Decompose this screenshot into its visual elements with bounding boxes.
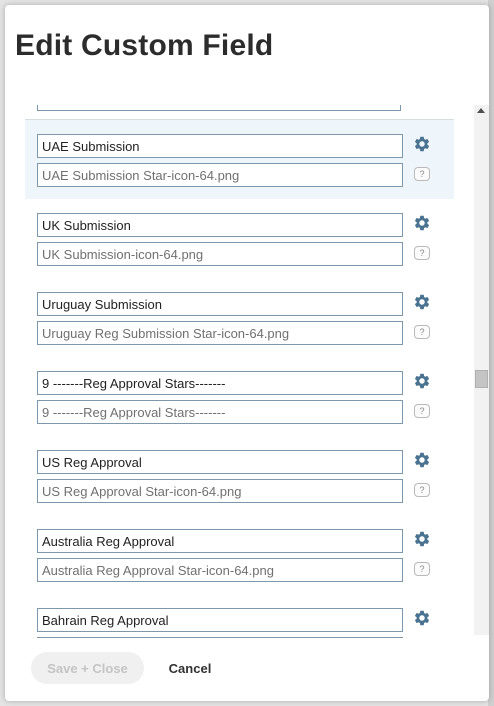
name-input-partial[interactable] <box>37 105 401 111</box>
scrollbar-thumb[interactable] <box>475 370 488 388</box>
gear-icon[interactable] <box>413 609 431 627</box>
gear-icon[interactable] <box>413 293 431 311</box>
question-icon[interactable]: ? <box>414 483 430 497</box>
save-close-button[interactable]: Save + Close <box>31 652 144 684</box>
field-icon-input[interactable] <box>37 163 403 187</box>
field-row[interactable]: ? <box>25 357 454 437</box>
question-icon[interactable]: ? <box>414 167 430 181</box>
field-icon-input[interactable] <box>37 321 403 345</box>
gear-icon[interactable] <box>413 451 431 469</box>
field-icon-input[interactable] <box>37 479 403 503</box>
chevron-up-icon[interactable] <box>477 108 485 113</box>
field-name-input[interactable] <box>37 134 403 158</box>
dialog-title: Edit Custom Field <box>15 29 274 62</box>
field-name-input[interactable] <box>37 213 403 237</box>
field-icon-input[interactable] <box>37 558 403 582</box>
question-icon[interactable]: ? <box>414 246 430 260</box>
field-name-input[interactable] <box>37 450 403 474</box>
field-row[interactable]: ? <box>25 515 454 595</box>
field-list[interactable]: ? ? ? ? ? ? <box>25 105 454 638</box>
field-row[interactable]: ? <box>25 278 454 358</box>
gear-icon[interactable] <box>413 135 431 153</box>
edit-custom-field-dialog: Edit Custom Field ? ? ? ? <box>5 5 489 701</box>
question-icon[interactable]: ? <box>414 325 430 339</box>
field-row[interactable]: ? <box>25 120 454 200</box>
field-row[interactable]: ? <box>25 199 454 279</box>
field-name-input[interactable] <box>37 529 403 553</box>
field-name-input[interactable] <box>37 292 403 316</box>
dialog-footer: Save + Close Cancel <box>5 638 489 701</box>
gear-icon[interactable] <box>413 214 431 232</box>
field-icon-input[interactable] <box>37 242 403 266</box>
cancel-button[interactable]: Cancel <box>155 652 225 684</box>
gear-icon[interactable] <box>413 530 431 548</box>
question-icon[interactable]: ? <box>414 562 430 576</box>
question-icon[interactable]: ? <box>414 404 430 418</box>
field-row-partial <box>25 105 454 120</box>
gear-icon[interactable] <box>413 372 431 390</box>
list-scrollbar[interactable] <box>474 105 489 635</box>
field-row[interactable]: ? <box>25 436 454 516</box>
field-row[interactable]: ? <box>25 594 454 638</box>
field-icon-input[interactable] <box>37 400 403 424</box>
field-name-input[interactable] <box>37 608 403 632</box>
field-name-input[interactable] <box>37 371 403 395</box>
